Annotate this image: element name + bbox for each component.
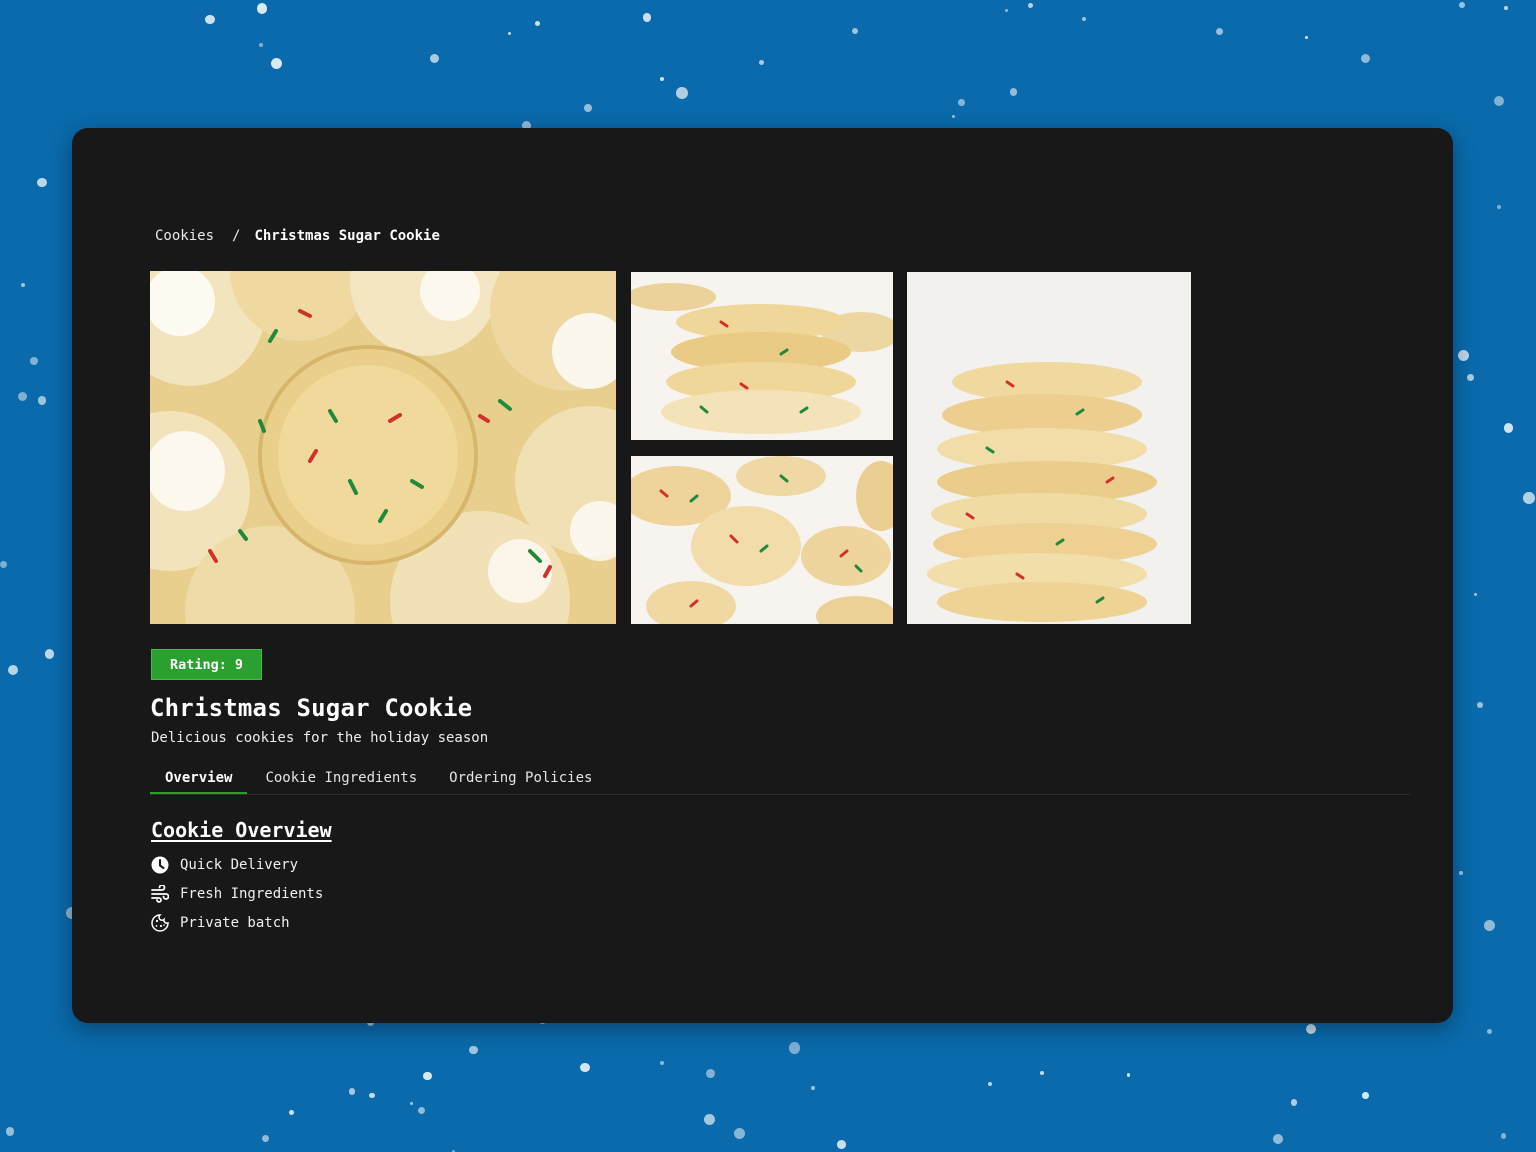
clock-icon bbox=[151, 856, 169, 874]
snowflake bbox=[1467, 374, 1475, 382]
snowflake bbox=[1305, 35, 1309, 40]
snowflake bbox=[1027, 3, 1033, 9]
breadcrumb-separator: / bbox=[232, 228, 241, 244]
snowflake bbox=[1215, 28, 1224, 36]
snowflake bbox=[1290, 1098, 1298, 1106]
snowflake bbox=[17, 391, 28, 402]
snowflake bbox=[1503, 5, 1508, 10]
product-card: Cookies / Christmas Sugar Cookie Rating:… bbox=[72, 128, 1453, 1023]
snowflake bbox=[349, 1088, 356, 1095]
gallery-image-stack-broken[interactable] bbox=[631, 272, 893, 440]
snowflake bbox=[851, 27, 858, 34]
feature-item: Fresh Ingredients bbox=[151, 879, 323, 908]
snowflake bbox=[429, 53, 440, 64]
snowflake bbox=[660, 77, 665, 82]
breadcrumb-link-cookies[interactable]: Cookies bbox=[155, 228, 214, 244]
snowflake bbox=[1005, 8, 1009, 13]
snowflake bbox=[20, 282, 25, 287]
snowflake bbox=[837, 1140, 846, 1150]
tab-bar: Overview Cookie Ingredients Ordering Pol… bbox=[150, 764, 1410, 795]
snowflake bbox=[369, 1092, 375, 1099]
rating-label: Rating: bbox=[169, 656, 227, 673]
snowflake bbox=[0, 561, 8, 569]
tab-overview[interactable]: Overview bbox=[150, 764, 248, 794]
snowflake bbox=[38, 396, 47, 405]
cookie-icon bbox=[151, 913, 169, 932]
feature-label: Quick Delivery bbox=[180, 856, 299, 873]
product-title: Christmas Sugar Cookie bbox=[150, 694, 473, 722]
snowflake bbox=[417, 1106, 425, 1114]
snowflake bbox=[988, 1081, 993, 1086]
snowflake bbox=[1459, 2, 1465, 8]
snowflake bbox=[5, 1127, 15, 1136]
snowflake bbox=[1039, 1070, 1045, 1076]
tab-cookie-ingredients[interactable]: Cookie Ingredients bbox=[250, 764, 432, 794]
snowflake bbox=[1500, 1133, 1507, 1139]
wind-icon bbox=[151, 884, 169, 903]
snowflake bbox=[1487, 1029, 1493, 1035]
snowflake bbox=[289, 1109, 295, 1115]
section-heading-cookie-overview[interactable]: Cookie Overview bbox=[151, 818, 332, 842]
gallery-image-tall-stack[interactable] bbox=[907, 272, 1191, 624]
snowflake bbox=[534, 21, 541, 27]
snowflake bbox=[259, 43, 263, 47]
snowflake bbox=[704, 1114, 716, 1126]
snowflake bbox=[734, 1128, 746, 1140]
snowflake bbox=[423, 1071, 432, 1081]
snowflake bbox=[409, 1101, 413, 1105]
snowflake bbox=[205, 14, 216, 25]
snowflake bbox=[583, 104, 592, 112]
snowflake bbox=[1483, 920, 1496, 932]
snowflake bbox=[256, 3, 268, 14]
gallery-image-spread[interactable] bbox=[631, 456, 893, 624]
snowflake bbox=[1362, 1092, 1369, 1099]
snowflake bbox=[1493, 95, 1505, 106]
feature-label: Private batch bbox=[180, 914, 290, 931]
snowflake bbox=[811, 1086, 815, 1091]
gallery-image-main[interactable] bbox=[150, 271, 616, 624]
snowflake bbox=[1459, 871, 1464, 875]
snowflake bbox=[270, 57, 283, 70]
snowflake bbox=[1082, 16, 1087, 21]
snowflake bbox=[758, 59, 765, 66]
snowflake bbox=[1009, 88, 1018, 96]
breadcrumb: Cookies / Christmas Sugar Cookie bbox=[155, 228, 440, 244]
snowflake bbox=[580, 1062, 591, 1073]
snowflake bbox=[37, 177, 47, 188]
snowflake bbox=[1272, 1134, 1283, 1144]
snowflake bbox=[45, 649, 55, 659]
snowflake bbox=[1477, 701, 1484, 708]
snowflake bbox=[507, 31, 512, 36]
snowflake bbox=[1127, 1073, 1131, 1077]
rating-value: 9 bbox=[234, 656, 244, 673]
snowflake bbox=[469, 1045, 478, 1055]
snowflake bbox=[1306, 1024, 1317, 1035]
snowflake bbox=[642, 13, 652, 22]
feature-label: Fresh Ingredients bbox=[180, 885, 324, 902]
snowflake bbox=[1361, 54, 1371, 64]
snowflake bbox=[7, 665, 18, 676]
snowflake bbox=[261, 1135, 269, 1143]
snowflake bbox=[706, 1069, 716, 1079]
rating-badge: Rating: 9 bbox=[151, 649, 262, 680]
feature-item: Quick Delivery bbox=[151, 850, 323, 879]
snowflake bbox=[788, 1042, 801, 1055]
snowflake bbox=[1473, 592, 1478, 596]
snowflake bbox=[1522, 492, 1535, 504]
tab-ordering-policies[interactable]: Ordering Policies bbox=[434, 764, 607, 794]
snowflake bbox=[958, 99, 966, 107]
breadcrumb-current: Christmas Sugar Cookie bbox=[254, 228, 440, 244]
snowflake bbox=[676, 86, 688, 99]
snowflake bbox=[1458, 349, 1469, 361]
snowflake bbox=[29, 356, 39, 366]
snowflake bbox=[1503, 423, 1514, 433]
feature-list: Quick Delivery Fresh Ingredients Private… bbox=[151, 850, 323, 937]
feature-item: Private batch bbox=[151, 908, 323, 937]
product-subtitle: Delicious cookies for the holiday season bbox=[151, 730, 489, 746]
snowflake bbox=[951, 114, 956, 119]
snowflake bbox=[1497, 204, 1502, 209]
snowflake bbox=[659, 1060, 665, 1066]
